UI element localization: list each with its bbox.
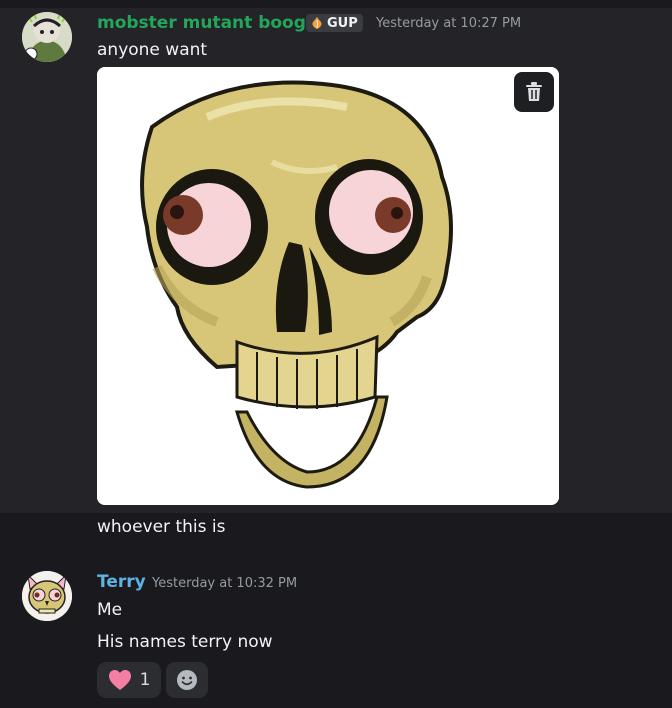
image-attachment[interactable] <box>97 67 559 505</box>
author-name[interactable]: mobster mutant booger <box>97 13 326 33</box>
avatar-terry-art <box>22 571 72 621</box>
reaction-heart[interactable]: 1 <box>97 662 161 698</box>
avatar-mobster-art <box>22 12 72 62</box>
author-name[interactable]: Terry <box>97 572 146 592</box>
onion-icon <box>312 17 322 29</box>
message-followup-text: whoever this is <box>97 517 226 537</box>
delete-attachment-button[interactable] <box>514 72 554 112</box>
message-timestamp[interactable]: Yesterday at 10:32 PM <box>152 576 297 591</box>
message-text: anyone want <box>97 40 208 60</box>
add-reaction-icon <box>177 670 197 690</box>
heart-icon <box>108 670 131 690</box>
message-timestamp[interactable]: Yesterday at 10:27 PM <box>376 16 521 31</box>
message-text: His names terry now <box>97 632 273 652</box>
reaction-count: 1 <box>139 670 151 690</box>
avatar-terry[interactable] <box>22 571 72 621</box>
skull-drawing-image <box>97 67 559 505</box>
role-badge[interactable]: GUP <box>306 14 363 32</box>
top-strip <box>0 0 672 8</box>
message-text: Me <box>97 600 123 620</box>
add-reaction-button[interactable] <box>166 662 208 698</box>
avatar-mobster[interactable] <box>22 12 72 62</box>
badge-label: GUP <box>327 15 358 31</box>
trash-icon <box>526 82 542 101</box>
